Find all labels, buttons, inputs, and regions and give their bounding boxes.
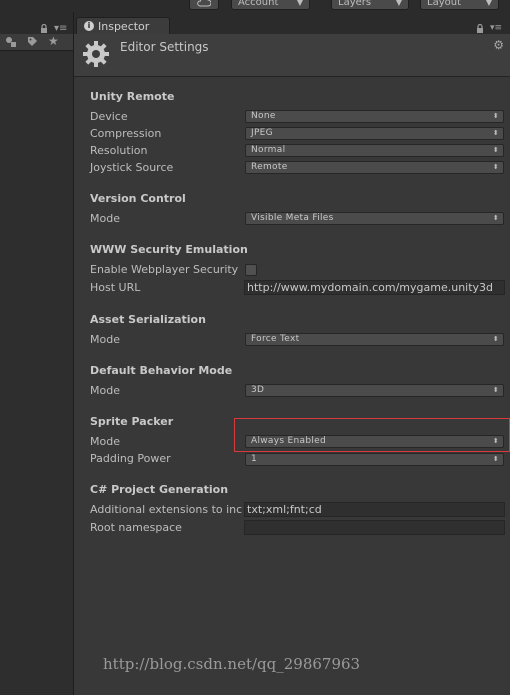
menu-icon[interactable]: ▾≡: [490, 23, 502, 33]
joystick-source-value: Remote: [251, 162, 288, 172]
joystick-source-dropdown[interactable]: Remote ⬍: [245, 161, 504, 174]
section-asset-serialization: Asset Serialization: [90, 313, 206, 326]
additional-extensions-label: Additional extensions to inc: [90, 503, 243, 516]
padding-power-value: 1: [251, 454, 258, 464]
settings-gear-icon: [82, 40, 110, 68]
info-icon: i: [84, 21, 94, 31]
chevron-down-icon: ▼: [395, 0, 402, 7]
section-version-control: Version Control: [90, 192, 186, 205]
page-title: Editor Settings: [120, 40, 209, 54]
cloud-button[interactable]: [189, 0, 219, 10]
inspector-tabstrip: i Inspector ▾≡: [74, 12, 510, 34]
padding-power-label: Padding Power: [90, 452, 171, 465]
root-namespace-field[interactable]: [244, 520, 505, 535]
asset-serialization-mode-value: Force Text: [251, 334, 300, 344]
layers-label: Layers: [338, 0, 372, 8]
version-control-mode-label: Mode: [90, 212, 120, 225]
section-csharp-project-generation: C# Project Generation: [90, 483, 229, 496]
favorites-star-icon[interactable]: ★: [48, 35, 59, 47]
additional-extensions-field[interactable]: txt;xml;fnt;cd: [244, 502, 505, 517]
version-control-mode-value: Visible Meta Files: [251, 213, 334, 223]
host-url-field[interactable]: http://www.mydomain.com/mygame.unity3d: [244, 280, 505, 295]
host-url-label: Host URL: [90, 281, 141, 294]
section-default-behavior-mode: Default Behavior Mode: [90, 364, 233, 377]
watermark: http://blog.csdn.net/qq_29867963: [103, 655, 361, 673]
highlight-box: [234, 418, 510, 452]
asset-serialization-mode-label: Mode: [90, 333, 120, 346]
resolution-dropdown[interactable]: Normal ⬍: [245, 144, 504, 157]
chevron-down-icon: ▼: [485, 0, 492, 7]
account-dropdown[interactable]: Account ▼: [231, 0, 310, 10]
top-toolbar: Account ▼ Layers ▼ Layout ▼: [0, 0, 510, 12]
enable-webplayer-security-checkbox[interactable]: [245, 264, 257, 276]
left-tabstrip: ▾≡: [0, 12, 73, 34]
inspector-header: Editor Settings ⚙: [74, 34, 510, 77]
tab-inspector-label: Inspector: [98, 20, 150, 33]
layers-dropdown[interactable]: Layers ▼: [331, 0, 409, 10]
updown-arrow-icon: ⬍: [492, 112, 499, 120]
compression-label: Compression: [90, 127, 162, 140]
default-behavior-mode-value: 3D: [251, 385, 265, 395]
default-behavior-mode-label: Mode: [90, 384, 120, 397]
root-namespace-label: Root namespace: [90, 521, 182, 534]
updown-arrow-icon: ⬍: [492, 129, 499, 137]
section-www-security: WWW Security Emulation: [90, 243, 248, 256]
resolution-value: Normal: [251, 145, 286, 155]
filter-type-icon[interactable]: [5, 36, 17, 51]
left-panel: ▾≡ ★: [0, 12, 74, 695]
resolution-label: Resolution: [90, 144, 148, 157]
joystick-source-label: Joystick Source: [90, 161, 174, 174]
inspector-panel: i Inspector ▾≡ Editor Settings ⚙ Unity R…: [74, 12, 510, 695]
section-unity-remote: Unity Remote: [90, 90, 175, 103]
version-control-mode-dropdown[interactable]: Visible Meta Files ⬍: [245, 212, 504, 225]
updown-arrow-icon: ⬍: [492, 386, 499, 394]
layout-dropdown[interactable]: Layout ▼: [420, 0, 499, 10]
tab-inspector[interactable]: i Inspector: [76, 17, 170, 34]
sprite-packer-mode-label: Mode: [90, 435, 120, 448]
updown-arrow-icon: ⬍: [492, 146, 499, 154]
compression-dropdown[interactable]: JPEG ⬍: [245, 127, 504, 140]
enable-webplayer-security-label: Enable Webplayer Security: [90, 263, 239, 276]
updown-arrow-icon: ⬍: [492, 214, 499, 222]
chevron-down-icon: ▼: [296, 0, 303, 7]
updown-arrow-icon: ⬍: [492, 335, 499, 343]
layout-label: Layout: [427, 0, 461, 8]
updown-arrow-icon: ⬍: [492, 163, 499, 171]
asset-serialization-mode-dropdown[interactable]: Force Text ⬍: [245, 333, 504, 346]
section-sprite-packer: Sprite Packer: [90, 415, 174, 428]
account-label: Account: [238, 0, 279, 8]
cloud-icon: [197, 0, 212, 9]
gear-icon[interactable]: ⚙: [493, 38, 504, 52]
device-label: Device: [90, 110, 128, 123]
device-value: None: [251, 111, 276, 121]
updown-arrow-icon: ⬍: [492, 455, 499, 463]
label-tag-icon[interactable]: [27, 36, 38, 51]
left-toolbar: ★: [0, 34, 73, 51]
padding-power-dropdown[interactable]: 1 ⬍: [245, 453, 504, 466]
compression-value: JPEG: [251, 128, 273, 138]
device-dropdown[interactable]: None ⬍: [245, 110, 504, 123]
default-behavior-mode-dropdown[interactable]: 3D ⬍: [245, 384, 504, 397]
